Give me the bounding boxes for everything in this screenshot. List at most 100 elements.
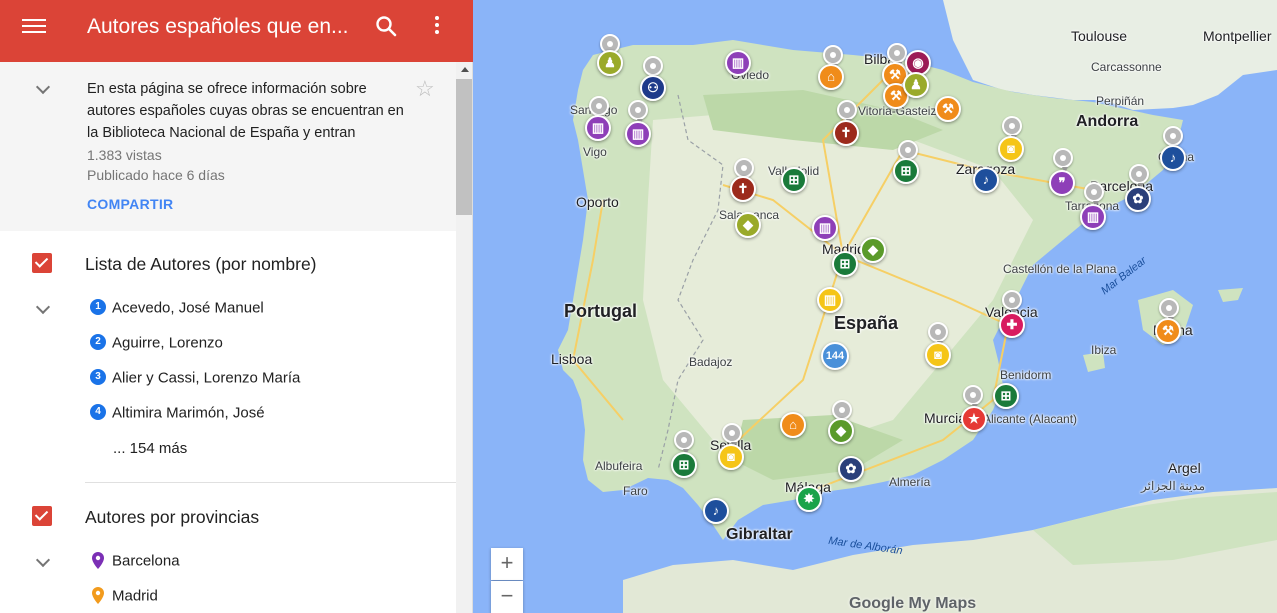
expand-chevron-icon[interactable] xyxy=(35,553,51,569)
place-marker[interactable] xyxy=(963,385,983,410)
quote-marker-icon[interactable]: ❞ xyxy=(1049,170,1075,196)
museum-marker-icon[interactable]: ⊞ xyxy=(671,452,697,478)
cluster-marker[interactable]: 144 xyxy=(821,342,849,370)
book-marker-icon[interactable]: ▥ xyxy=(585,115,611,141)
museum-marker-icon[interactable]: ⊞ xyxy=(893,158,919,184)
map-canvas[interactable]: Toulouse Montpellier Carcassonne Perpiñá… xyxy=(473,0,1277,613)
place-marker[interactable] xyxy=(1002,116,1022,141)
cross-marker-icon[interactable]: ✝ xyxy=(833,120,859,146)
place-marker[interactable] xyxy=(734,158,754,183)
book-marker-icon[interactable]: ▥ xyxy=(1080,204,1106,230)
search-icon[interactable] xyxy=(374,14,400,40)
place-marker[interactable] xyxy=(898,140,918,165)
building-marker-icon[interactable]: ⌂ xyxy=(780,412,806,438)
more-vert-icon[interactable] xyxy=(427,14,447,40)
place-marker[interactable] xyxy=(823,45,843,70)
app-header: Autores españoles que en... xyxy=(0,0,473,62)
music-marker-icon[interactable]: ♪ xyxy=(1160,145,1186,171)
place-marker[interactable] xyxy=(1084,182,1104,207)
list-item[interactable]: 2 Aguirre, Lorenzo xyxy=(90,334,223,354)
number-marker-icon: 2 xyxy=(90,334,106,351)
place-marker[interactable] xyxy=(722,423,742,448)
book-marker-icon[interactable]: ▥ xyxy=(625,121,651,147)
music-marker-icon[interactable]: ♪ xyxy=(703,498,729,524)
layer-checkbox-autores-nombre[interactable] xyxy=(32,253,52,273)
place-marker[interactable] xyxy=(1159,298,1179,323)
list-item-label: Altimira Marimón, José xyxy=(112,404,265,422)
museum-marker-icon[interactable]: ⊞ xyxy=(781,167,807,193)
book-marker-icon[interactable]: ▥ xyxy=(812,215,838,241)
star-marker-icon[interactable]: ★ xyxy=(961,406,987,432)
camera-marker-icon[interactable]: ◙ xyxy=(718,444,744,470)
camera-marker-icon[interactable]: ◙ xyxy=(925,342,951,368)
zoom-in-button[interactable]: + xyxy=(491,548,523,580)
map-label-albufeira: Albufeira xyxy=(595,459,643,473)
layer-checkbox-autores-provincias[interactable] xyxy=(32,506,52,526)
map-label-murcia: Murcia xyxy=(924,410,967,426)
list-item[interactable]: Madrid xyxy=(90,586,158,607)
map-description: En esta página se ofrece información sob… xyxy=(87,81,404,141)
graduation-marker-icon[interactable]: ◆ xyxy=(860,237,886,263)
place-marker[interactable] xyxy=(1053,148,1073,173)
map-title: Autores españoles que en... xyxy=(87,15,349,38)
museum-marker-icon[interactable]: ⊞ xyxy=(832,251,858,277)
monument-marker-icon[interactable]: ♟ xyxy=(597,50,623,76)
place-marker[interactable] xyxy=(837,100,857,125)
show-more-link[interactable]: ... 154 más xyxy=(113,440,187,457)
hammer-marker-icon[interactable]: ⚒ xyxy=(1155,318,1181,344)
layer-divider xyxy=(85,482,456,483)
book-marker-icon[interactable]: ▥ xyxy=(817,287,843,313)
place-marker[interactable] xyxy=(674,430,694,455)
map-label-porto: Oporto xyxy=(576,194,619,210)
building-marker-icon[interactable]: ⌂ xyxy=(818,64,844,90)
collapse-chevron-icon[interactable] xyxy=(35,80,51,96)
map-label-castellon: Castellón de la Plana xyxy=(1003,262,1117,276)
zoom-out-button[interactable]: − xyxy=(491,581,523,613)
music-marker-icon[interactable]: ♪ xyxy=(973,167,999,193)
graduation-marker-icon[interactable]: ◆ xyxy=(828,418,854,444)
cross-marker-icon[interactable]: ✝ xyxy=(730,176,756,202)
expand-chevron-icon[interactable] xyxy=(35,300,51,316)
panel-scrollbar[interactable] xyxy=(456,62,472,613)
place-marker[interactable] xyxy=(832,400,852,425)
map-label-badajoz: Badajoz xyxy=(689,355,733,369)
place-marker[interactable] xyxy=(643,56,663,81)
star-outline-icon[interactable]: ☆ xyxy=(415,76,435,102)
map-label-andorra: Andorra xyxy=(1076,113,1139,130)
place-marker[interactable] xyxy=(628,100,648,125)
graduation-marker-icon[interactable]: ◆ xyxy=(735,212,761,238)
scroll-up-arrow-icon[interactable] xyxy=(461,67,469,72)
layer-title[interactable]: Autores por provincias xyxy=(85,507,259,528)
list-item-label: Alier y Cassi, Lorenzo María xyxy=(112,369,301,387)
list-item[interactable]: 1 Acevedo, José Manuel xyxy=(90,299,264,319)
list-item[interactable]: 4 Altimira Marimón, José xyxy=(90,404,265,424)
palette-marker-icon[interactable]: ✿ xyxy=(838,456,864,482)
share-button[interactable]: COMPARTIR xyxy=(87,196,173,212)
place-marker[interactable] xyxy=(589,96,609,121)
palette-marker-icon[interactable]: ✿ xyxy=(1125,186,1151,212)
health-marker-icon[interactable]: ✚ xyxy=(999,312,1025,338)
scrollbar-thumb[interactable] xyxy=(456,79,472,215)
list-item[interactable]: Barcelona xyxy=(90,551,180,572)
place-marker[interactable] xyxy=(1129,164,1149,189)
badge-marker-icon[interactable]: ✸ xyxy=(796,486,822,512)
map-pin-icon xyxy=(92,551,104,569)
place-marker[interactable] xyxy=(887,43,907,68)
book-marker-icon[interactable]: ▥ xyxy=(725,50,751,76)
list-item-label: Madrid xyxy=(112,587,158,605)
place-marker[interactable] xyxy=(1002,290,1022,315)
place-marker[interactable] xyxy=(928,322,948,347)
layer-title[interactable]: Lista de Autores (por nombre) xyxy=(85,254,317,275)
place-marker[interactable] xyxy=(1163,126,1183,151)
museum-marker-icon[interactable]: ⊞ xyxy=(993,383,1019,409)
app: Toulouse Montpellier Carcassonne Perpiñá… xyxy=(0,0,1277,613)
people-marker-icon[interactable]: ⚇ xyxy=(640,75,666,101)
list-item[interactable]: 3 Alier y Cassi, Lorenzo María xyxy=(90,369,300,389)
hammer-marker-icon[interactable]: ⚒ xyxy=(935,96,961,122)
hamburger-menu-icon[interactable] xyxy=(22,16,46,40)
camera-marker-icon[interactable]: ◙ xyxy=(998,136,1024,162)
map-label-vigo: Vigo xyxy=(583,145,607,159)
monument-marker-icon[interactable]: ♟ xyxy=(903,72,929,98)
map-label-ibiza: Ibiza xyxy=(1091,343,1117,357)
published-date: Publicado hace 6 días xyxy=(87,167,225,183)
